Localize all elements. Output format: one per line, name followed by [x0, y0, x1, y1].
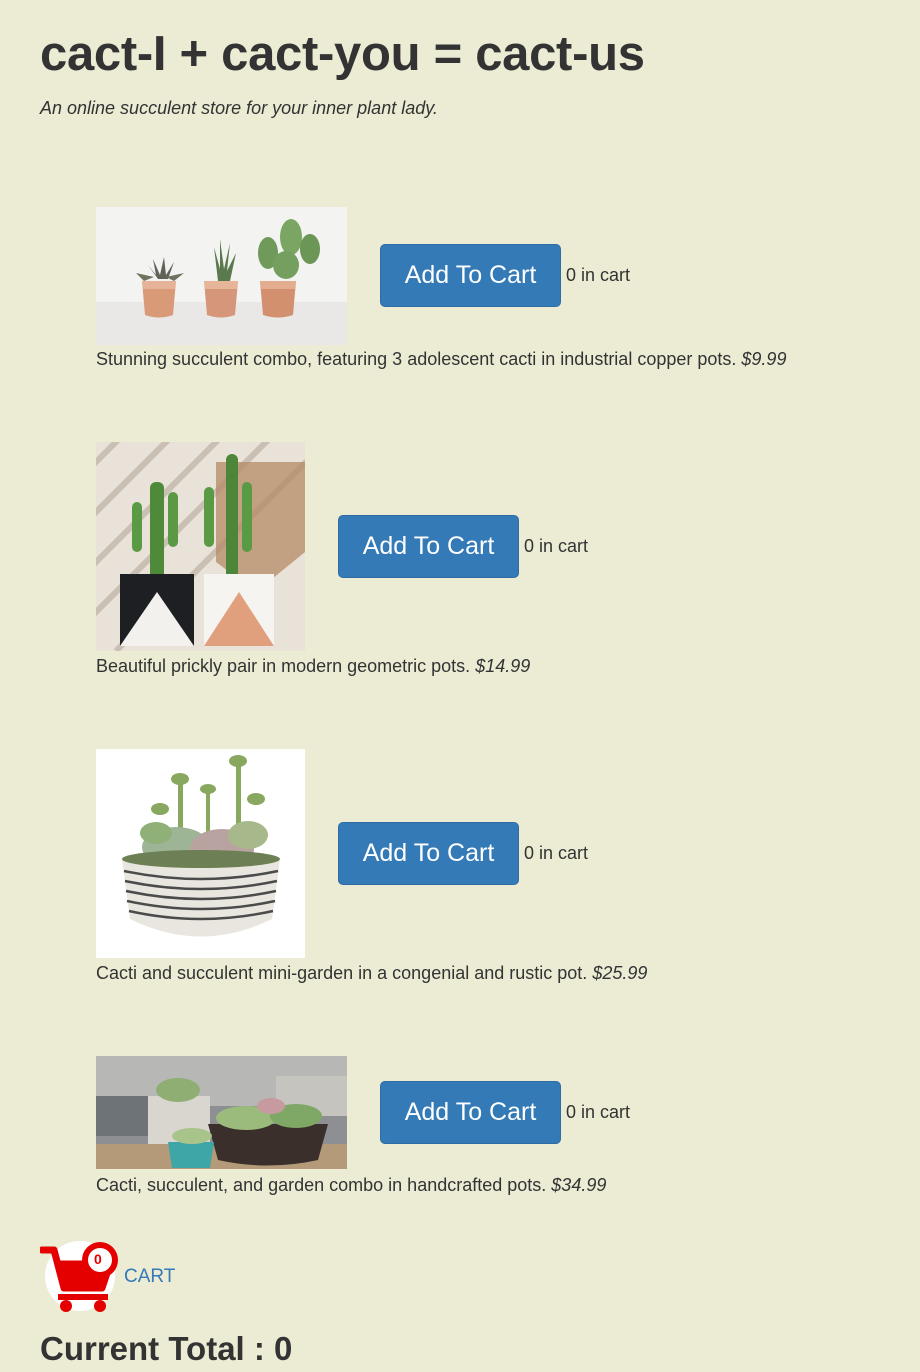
product-description: Cacti and succulent mini-garden in a con…: [96, 963, 647, 984]
description-text: Beautiful prickly pair in modern geometr…: [96, 656, 471, 676]
in-cart-count: 0 in cart: [566, 265, 631, 285]
product-image: [96, 749, 305, 958]
shopping-cart-icon[interactable]: 0: [38, 1240, 124, 1316]
in-cart-count: 0 in cart: [524, 843, 589, 863]
cart-link[interactable]: CART: [124, 1266, 175, 1288]
add-to-cart-button[interactable]: Add To Cart: [380, 244, 561, 307]
product-price: $14.99: [475, 656, 531, 676]
product-image: [96, 207, 347, 345]
product-description: Stunning succulent combo, featuring 3 ad…: [96, 349, 786, 370]
product-price: $25.99: [592, 963, 648, 983]
product-image: [96, 442, 305, 651]
product-description: Beautiful prickly pair in modern geometr…: [96, 656, 530, 677]
description-text: Cacti, succulent, and garden combo in ha…: [96, 1175, 547, 1195]
product-description: Cacti, succulent, and garden combo in ha…: [96, 1175, 606, 1196]
page-title: cact-I + cact-you = cact-us: [40, 27, 645, 81]
add-to-cart-button[interactable]: Add To Cart: [380, 1081, 561, 1144]
in-cart-count: 0 in cart: [524, 536, 589, 556]
page-subtitle: An online succulent store for your inner…: [40, 98, 438, 118]
description-text: Stunning succulent combo, featuring 3 ad…: [96, 349, 737, 369]
add-to-cart-button[interactable]: Add To Cart: [338, 515, 519, 578]
cart-badge-count: 0: [94, 1251, 102, 1267]
product-price: $9.99: [741, 349, 787, 369]
product-image: [96, 1056, 347, 1169]
add-to-cart-button[interactable]: Add To Cart: [338, 822, 519, 885]
description-text: Cacti and succulent mini-garden in a con…: [96, 963, 588, 983]
in-cart-count: 0 in cart: [566, 1102, 631, 1122]
product-price: $34.99: [551, 1175, 607, 1195]
current-total: Current Total : 0: [40, 1330, 293, 1367]
